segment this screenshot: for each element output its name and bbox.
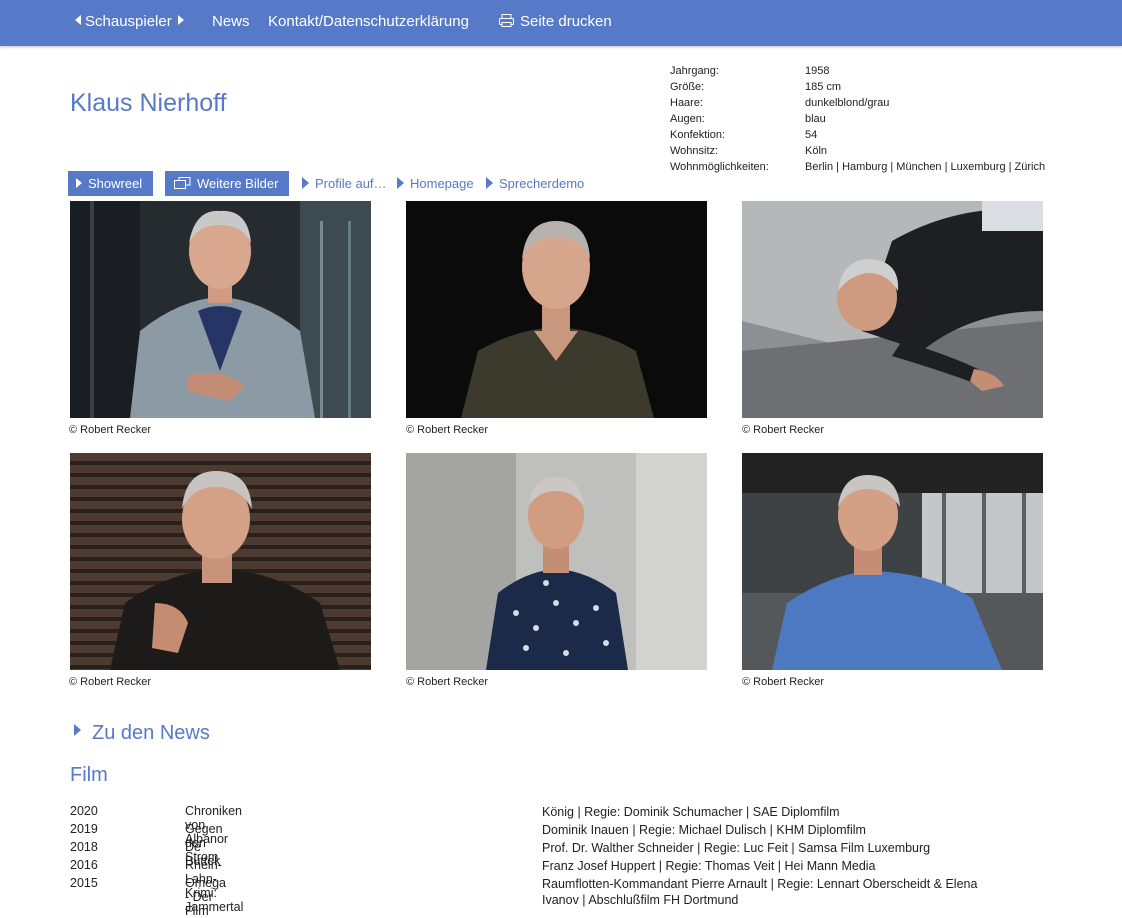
fact-row: Jahrgang: 1958	[670, 63, 1045, 79]
film-year: 2018	[70, 840, 98, 854]
photo-credit: © Robert Recker	[406, 424, 489, 436]
film-details: König | Regie: Dominik Schumacher | SAE …	[542, 805, 840, 819]
fact-label: Konfektion:	[670, 129, 726, 141]
film-year: 2020	[70, 804, 98, 818]
arrow-right-icon[interactable]	[177, 15, 184, 25]
weitere-bilder-button[interactable]: Weitere Bilder	[165, 171, 289, 196]
arrow-right-icon	[397, 177, 404, 189]
portrait-photo-5[interactable]	[406, 453, 707, 670]
film-year: 2015	[70, 876, 98, 890]
nav-schauspieler-label: Schauspieler	[85, 13, 172, 30]
profile-link-label: Profile auf…	[315, 176, 387, 191]
portrait-photo-2[interactable]	[406, 201, 707, 418]
arrow-right-icon	[302, 177, 309, 189]
fact-label: Haare:	[670, 97, 704, 109]
print-page-button[interactable]: Seite drucken	[499, 13, 612, 30]
fact-label: Augen:	[670, 113, 705, 125]
fact-label: Jahrgang:	[670, 65, 719, 77]
homepage-link[interactable]: Homepage	[397, 176, 474, 191]
fact-value: 1958	[805, 65, 830, 77]
fact-value: 185 cm	[805, 81, 842, 93]
film-year: 2019	[70, 822, 98, 836]
photo-credit: © Robert Recker	[69, 424, 152, 436]
portrait-image	[406, 453, 707, 670]
photo-credit: © Robert Recker	[406, 676, 489, 688]
fact-row: Wohnsitz: Köln	[670, 143, 1045, 159]
fact-label: Wohnsitz:	[670, 145, 719, 157]
actor-name: Klaus Nierhoff	[70, 89, 227, 117]
portrait-photo-4[interactable]	[70, 453, 371, 670]
fact-value: dunkelblond/grau	[805, 97, 890, 109]
film-details: Prof. Dr. Walther Schneider | Regie: Luc…	[542, 841, 931, 855]
fact-row: Größe: 185 cm	[670, 79, 1045, 95]
play-icon	[76, 178, 82, 188]
film-year: 2016	[70, 858, 98, 872]
print-page-label: Seite drucken	[520, 13, 612, 30]
showreel-label: Showreel	[88, 176, 143, 191]
portrait-image	[406, 201, 707, 418]
film-title: Omega - Der Film	[185, 876, 226, 918]
arrow-right-icon	[486, 177, 493, 189]
fact-row: Augen: blau	[670, 111, 1045, 127]
photo-credit: © Robert Recker	[69, 676, 152, 688]
arrow-right-icon	[74, 724, 81, 736]
fact-row: Konfektion: 54	[670, 127, 1045, 143]
nav-news[interactable]: News	[212, 13, 250, 30]
portrait-image	[70, 201, 371, 418]
arrow-left-icon[interactable]	[75, 15, 81, 25]
fact-value: 54	[805, 129, 818, 141]
news-link[interactable]: Zu den News	[74, 722, 210, 745]
fact-row: Haare: dunkelblond/grau	[670, 95, 1045, 111]
homepage-link-label: Homepage	[410, 176, 474, 191]
portrait-image	[70, 453, 371, 670]
portrait-photo-6[interactable]	[742, 453, 1043, 670]
news-link-label: Zu den News	[92, 722, 210, 744]
fact-value: Berlin | Hamburg | München | Luxemburg |…	[805, 161, 1046, 173]
fact-row: Wohnmöglichkeiten: Berlin | Hamburg | Mün…	[670, 159, 1045, 175]
printer-icon	[499, 14, 514, 27]
portrait-image	[742, 453, 1043, 670]
showreel-button[interactable]: Showreel	[68, 171, 153, 196]
sprecherdemo-link[interactable]: Sprecherdemo	[486, 176, 584, 191]
profile-link[interactable]: Profile auf…	[302, 176, 387, 191]
portrait-photo-3[interactable]	[742, 201, 1043, 418]
fact-value: Köln	[805, 145, 828, 157]
nav-kontakt[interactable]: Kontakt/Datenschutzerklärung	[268, 13, 469, 30]
film-details: Franz Josef Huppert | Regie: Thomas Veit…	[542, 859, 876, 873]
fact-label: Wohnmöglichkeiten:	[670, 161, 769, 173]
fact-value: blau	[805, 113, 826, 125]
photo-credit: © Robert Recker	[742, 676, 825, 688]
fact-label: Größe:	[670, 81, 705, 93]
gallery-icon	[174, 177, 191, 189]
portrait-image	[742, 201, 1043, 418]
weitere-bilder-label: Weitere Bilder	[197, 176, 279, 191]
actor-facts: Jahrgang: 1958 Größe: 185 cm Haare: dunkelb…	[670, 63, 1045, 175]
film-heading: Film	[70, 764, 108, 786]
film-details: Raumflotten-Kommandant Pierre Arnault | …	[542, 877, 978, 907]
photo-credit: © Robert Recker	[742, 424, 825, 436]
sprecherdemo-link-label: Sprecherdemo	[499, 176, 585, 191]
film-details: Dominik Inauen | Regie: Michael Dulisch …	[542, 823, 866, 837]
portrait-photo-1[interactable]	[70, 201, 371, 418]
nav-schauspieler[interactable]: Schauspieler	[75, 13, 184, 30]
